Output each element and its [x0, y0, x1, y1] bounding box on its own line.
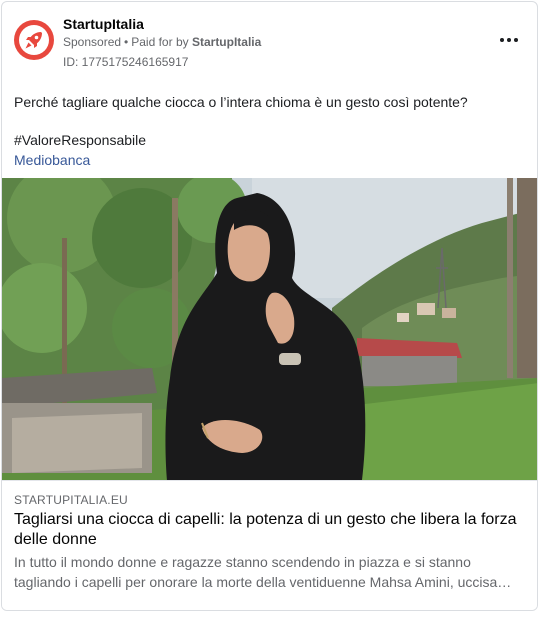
- hashtag[interactable]: #ValoreResponsabile: [14, 132, 146, 148]
- ad-id: ID: 1775175246165917: [63, 55, 189, 69]
- post-text: Perché tagliare qualche ciocca o l’inter…: [14, 94, 468, 110]
- post-image[interactable]: [2, 178, 537, 480]
- post-header: StartupItalia Sponsored • Paid for by Star…: [2, 2, 537, 77]
- link-title[interactable]: Tagliarsi una ciocca di capelli: la pote…: [14, 510, 526, 550]
- more-options-icon[interactable]: [497, 30, 521, 50]
- separator-dot: •: [124, 35, 129, 49]
- paid-for-prefix: Paid for by: [131, 35, 189, 49]
- sponsor-line: Sponsored • Paid for by StartupItalia: [63, 35, 261, 49]
- paid-for-name[interactable]: StartupItalia: [192, 35, 261, 49]
- rocket-logo-icon: [19, 25, 49, 55]
- link-preview[interactable]: STARTUPITALIA.EU Tagliarsi una ciocca di…: [2, 480, 537, 610]
- ad-post-card: StartupItalia Sponsored • Paid for by Star…: [1, 1, 538, 611]
- mention-link[interactable]: Mediobanca: [14, 152, 90, 168]
- page-avatar[interactable]: [14, 20, 54, 60]
- page-name[interactable]: StartupItalia: [63, 16, 144, 32]
- link-description: In tutto il mondo donne e ragazze stanno…: [14, 554, 512, 590]
- link-domain: STARTUPITALIA.EU: [14, 493, 128, 507]
- sponsored-label: Sponsored: [63, 35, 122, 49]
